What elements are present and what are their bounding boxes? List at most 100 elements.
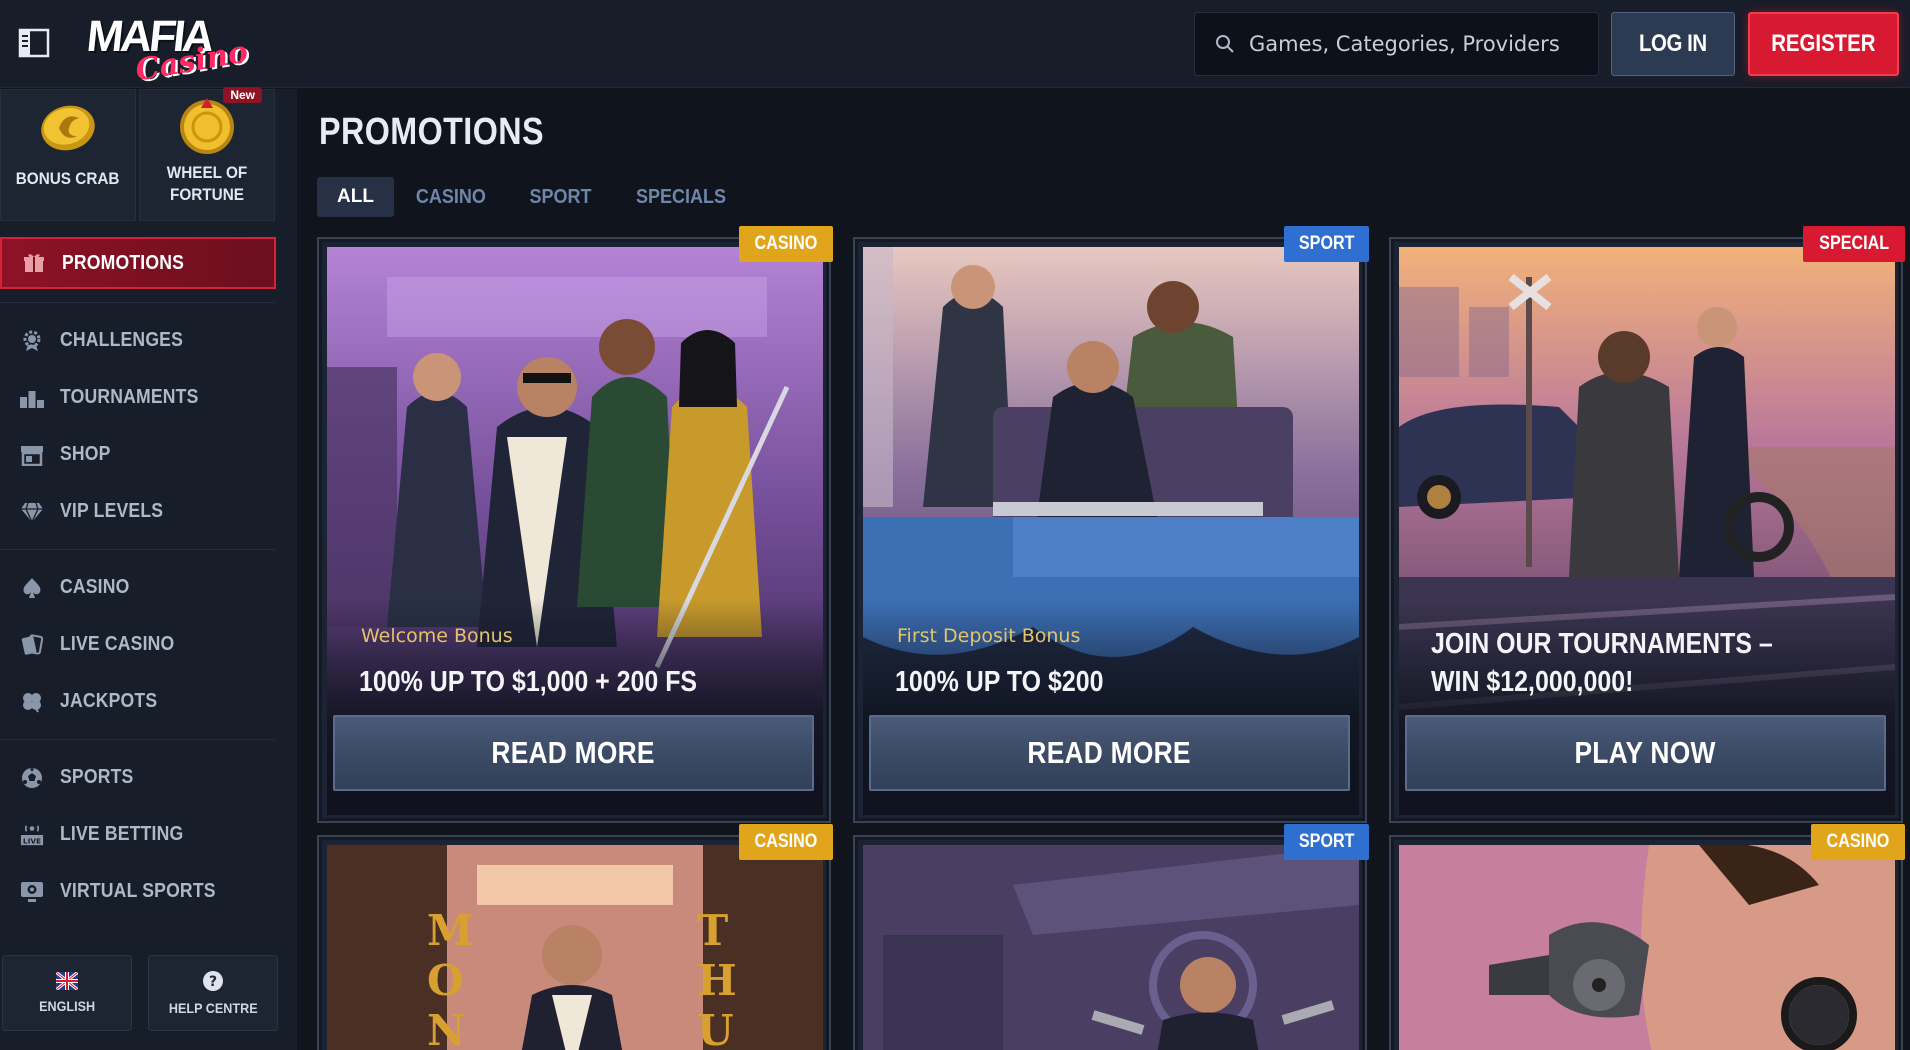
shop-icon <box>20 443 44 467</box>
sidebar-item-label: LIVE CASINO <box>60 633 175 655</box>
diamond-icon <box>20 500 44 524</box>
sidebar-item-jackpots[interactable]: JACKPOTS <box>0 673 297 730</box>
uk-flag-icon <box>56 972 78 990</box>
read-more-label: READ MORE <box>491 735 656 770</box>
promo-card[interactable]: CASINO M O N T H U <box>317 824 833 1050</box>
read-more-label: READ MORE <box>1027 735 1192 770</box>
bonus-crab-label: BONUS CRAB <box>16 169 120 188</box>
help-centre-label: HELP CENTRE <box>168 1000 258 1016</box>
svg-text:U: U <box>697 1006 734 1050</box>
svg-text:M: M <box>427 906 474 955</box>
sidebar-item-vip-levels[interactable]: VIP LEVELS <box>0 483 297 540</box>
register-label: REGISTER <box>1771 30 1876 57</box>
sidebar-divider <box>0 549 275 550</box>
promo-title: 100% UP TO $1,000 + 200 FS <box>359 666 698 698</box>
promotion-filter-tabs: ALL CASINO SPORT SPECIALS <box>317 177 749 217</box>
svg-text:?: ? <box>209 974 217 990</box>
svg-text:T: T <box>697 906 728 955</box>
svg-text:LIVE: LIVE <box>23 836 41 845</box>
tab-casino[interactable]: CASINO <box>400 177 502 217</box>
category-badge-label: SPECIAL <box>1818 233 1889 254</box>
tab-specials[interactable]: SPECIALS <box>619 177 741 217</box>
read-more-button[interactable]: READ MORE <box>333 715 814 791</box>
brand-logo[interactable]: MAFIA Casino <box>84 10 250 89</box>
play-now-button[interactable]: PLAY NOW <box>1405 715 1886 791</box>
tab-all[interactable]: ALL <box>317 177 394 217</box>
sidebar-item-casino[interactable]: CASINO <box>0 559 297 616</box>
help-centre-button[interactable]: ? HELP CENTRE <box>148 955 278 1031</box>
category-badge-label: CASINO <box>1826 831 1890 852</box>
category-badge-label: SPORT <box>1298 831 1355 852</box>
clover-icon <box>20 690 44 714</box>
category-badge-label: CASINO <box>754 233 818 254</box>
sidebar-item-promotions[interactable]: PROMOTIONS <box>0 237 276 289</box>
sidebar-item-shop[interactable]: SHOP <box>0 426 297 483</box>
svg-text:N: N <box>427 1006 465 1050</box>
promo-title: JOIN OUR TOURNAMENTS – WIN $12,000,000! <box>1431 628 1773 698</box>
category-badge: SPORT <box>1283 226 1369 262</box>
soccer-ball-icon <box>20 766 44 790</box>
sidebar-item-live-casino[interactable]: LIVE CASINO <box>0 616 297 673</box>
live-broadcast-icon: LIVE <box>20 823 44 847</box>
category-badge-label: CASINO <box>754 831 818 852</box>
language-label: ENGLISH <box>38 998 95 1014</box>
wheel-of-fortune-coin-icon <box>180 98 234 154</box>
category-badge: CASINO <box>739 824 833 860</box>
sidebar-item-virtual-sports[interactable]: VIRTUAL SPORTS <box>0 863 297 920</box>
live-cards-icon <box>20 633 44 657</box>
promo-subtitle: First Deposit Bonus <box>897 625 1081 647</box>
sidebar-item-live-betting[interactable]: LIVE LIVE BETTING <box>0 806 297 863</box>
sidebar-item-label: VIRTUAL SPORTS <box>60 880 216 902</box>
promo-card[interactable]: SPORT First Deposit Bonus 100% UP TO $20… <box>853 226 1369 823</box>
sidebar-item-challenges[interactable]: CHALLENGES <box>0 312 297 369</box>
sidebar-nav: PROMOTIONS CHALLENGES TOURNAMENTS SHOP V… <box>0 237 297 920</box>
sidebar-item-tournaments[interactable]: TOURNAMENTS <box>0 369 297 426</box>
wheel-of-fortune-tile[interactable]: New WHEEL OF FORTUNE <box>139 87 275 221</box>
tab-sport[interactable]: SPORT <box>513 177 607 217</box>
play-now-label: PLAY NOW <box>1574 735 1717 770</box>
gear-badge-icon <box>20 329 44 353</box>
sidebar-item-sports[interactable]: SPORTS <box>0 749 297 806</box>
promo-artwork: M O N T H U <box>327 845 823 1050</box>
promo-subtitle: Welcome Bonus <box>361 625 513 647</box>
sidebar-item-label: JACKPOTS <box>60 690 158 712</box>
read-more-button[interactable]: READ MORE <box>869 715 1350 791</box>
sidebar: BONUS CRAB New WHEEL OF FORTUNE PROMOTIO… <box>0 87 297 1050</box>
page-title: PROMOTIONS <box>319 111 544 153</box>
promo-card[interactable]: CASINO <box>1389 824 1905 1050</box>
search-box[interactable] <box>1194 12 1599 76</box>
main-content: PROMOTIONS ALL CASINO SPORT SPECIALS CAS… <box>297 89 1910 1050</box>
sidebar-item-label: SHOP <box>60 443 111 465</box>
category-badge: CASINO <box>739 226 833 262</box>
promo-card[interactable]: CASINO Welcome Bonus 100% UP TO $1,000 +… <box>317 226 833 823</box>
podium-icon <box>20 386 44 410</box>
sidebar-divider <box>0 302 275 303</box>
spade-icon <box>20 576 44 600</box>
sidebar-item-label: CASINO <box>60 576 130 598</box>
wheel-of-fortune-label: WHEEL OF FORTUNE <box>166 163 248 204</box>
svg-text:O: O <box>427 956 464 1005</box>
top-header: MAFIA Casino LOG IN REGISTER <box>0 0 1910 89</box>
category-badge-label: SPORT <box>1298 233 1355 254</box>
gift-icon <box>22 251 46 275</box>
search-icon <box>1216 35 1234 53</box>
sidebar-item-label: TOURNAMENTS <box>60 386 199 408</box>
sidebar-item-label: LIVE BETTING <box>60 823 184 845</box>
promo-card[interactable]: SPORT <box>853 824 1369 1050</box>
login-label: LOG IN <box>1639 30 1707 57</box>
category-badge: CASINO <box>1811 824 1905 860</box>
language-button[interactable]: ENGLISH <box>2 955 132 1031</box>
category-badge: SPORT <box>1283 824 1369 860</box>
sidebar-toggle-icon[interactable] <box>18 27 52 59</box>
sidebar-divider <box>0 739 275 740</box>
virtual-monitor-icon <box>20 880 44 904</box>
new-badge: New <box>223 87 262 103</box>
promo-card[interactable]: SPECIAL JOIN OUR TOURNAMENTS – WIN $12,0… <box>1389 226 1905 823</box>
bonus-crab-tile[interactable]: BONUS CRAB <box>0 89 136 221</box>
sidebar-item-label: PROMOTIONS <box>62 251 185 274</box>
login-button[interactable]: LOG IN <box>1611 12 1735 76</box>
register-button[interactable]: REGISTER <box>1748 12 1899 76</box>
help-question-icon: ? <box>203 971 223 991</box>
search-input[interactable] <box>1249 32 1589 56</box>
bonus-crab-coin-icon <box>41 105 95 151</box>
